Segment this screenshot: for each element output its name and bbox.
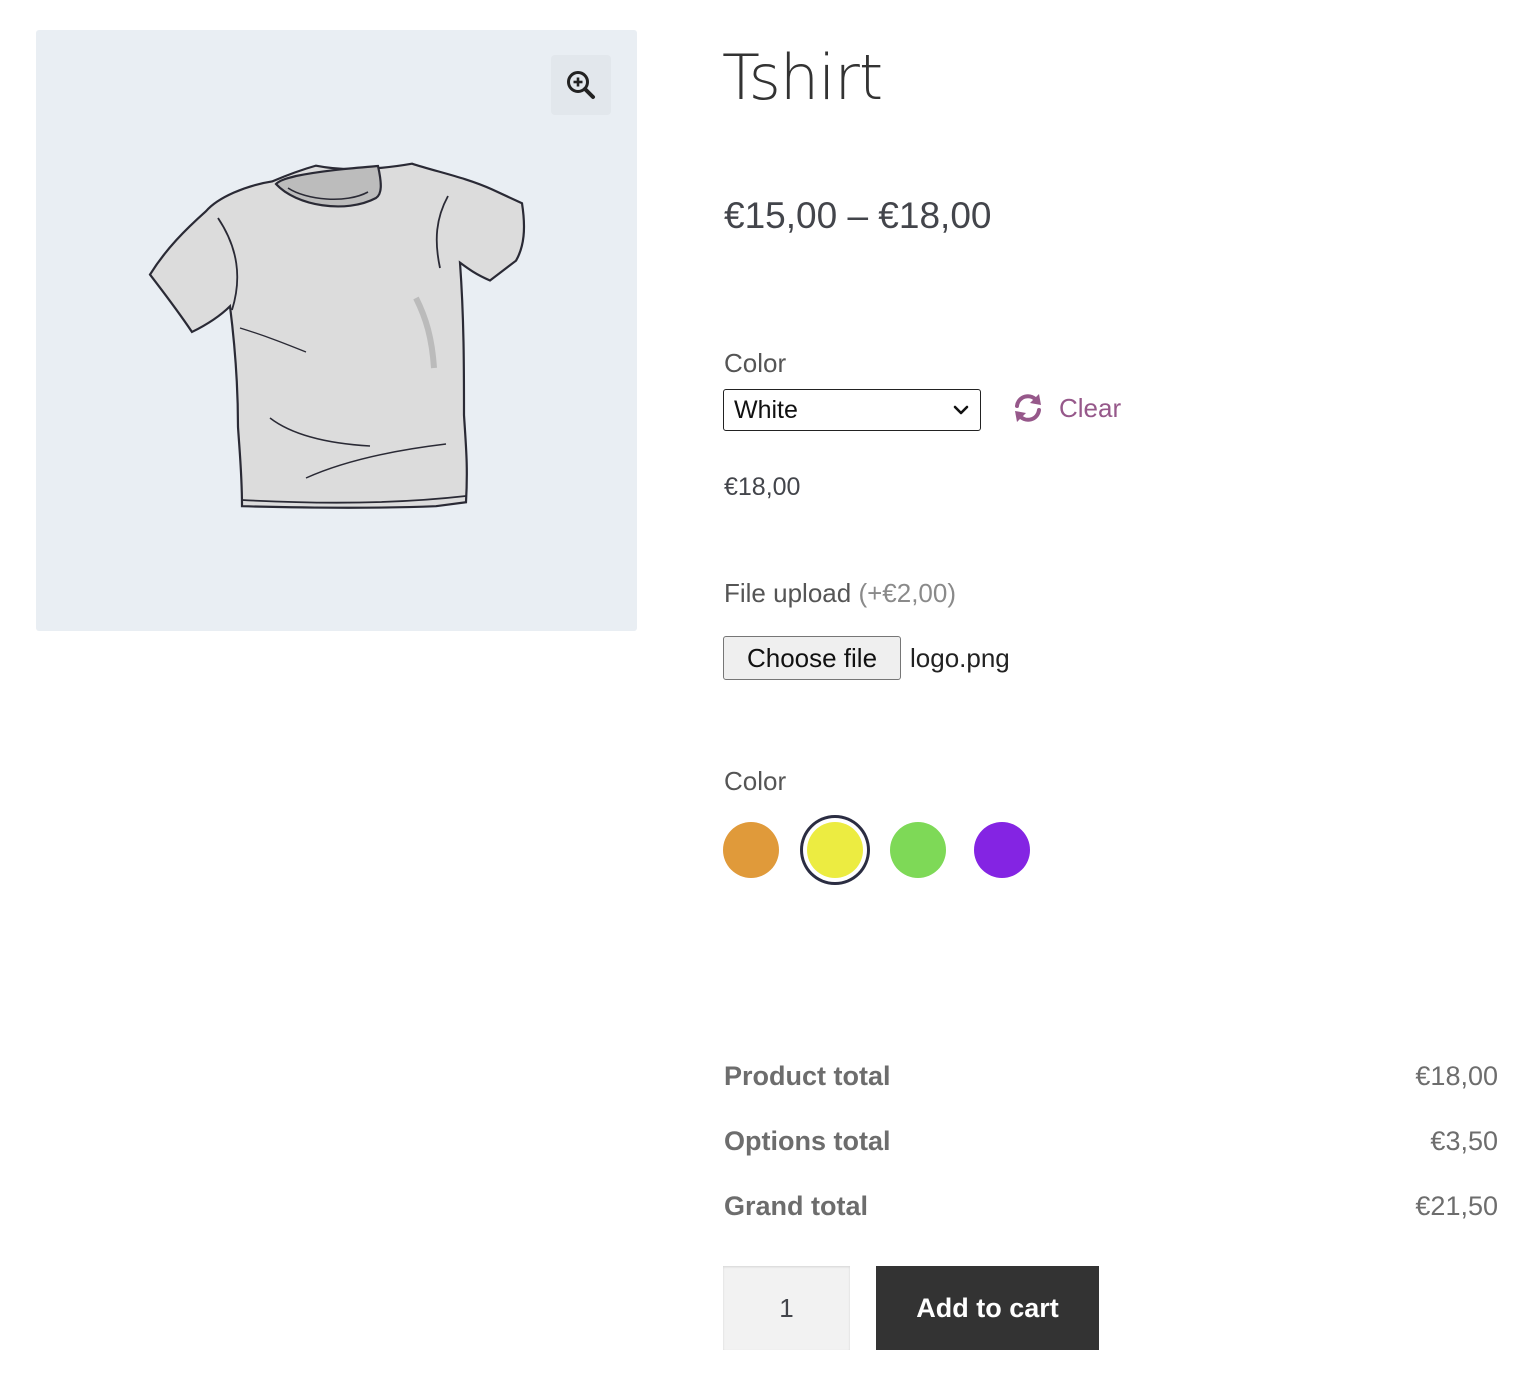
grand-total-row: Grand total €21,50 — [724, 1188, 1498, 1224]
grand-total-label: Grand total — [724, 1191, 869, 1221]
color-select-value: White — [734, 395, 798, 424]
choose-file-button[interactable]: Choose file — [723, 636, 901, 680]
options-total-label: Options total — [724, 1126, 891, 1156]
product-total-value: €18,00 — [1415, 1061, 1498, 1091]
variation-label: Color — [724, 348, 787, 378]
file-upload-title: File upload — [724, 578, 852, 608]
options-total-value: €3,50 — [1430, 1126, 1498, 1156]
quantity-input[interactable]: 1 — [723, 1266, 850, 1350]
options-total-row: Options total €3,50 — [724, 1123, 1498, 1159]
product-total-row: Product total €18,00 — [724, 1058, 1498, 1094]
product-total-label: Product total — [724, 1061, 891, 1091]
tshirt-image[interactable] — [146, 148, 536, 518]
file-name: logo.png — [910, 643, 1010, 673]
price-range: €15,00 – €18,00 — [724, 195, 992, 236]
refresh-icon — [1015, 394, 1041, 422]
file-upload-label: File upload (+€2,00) — [724, 576, 956, 610]
file-upload-price: (+€2,00) — [858, 578, 957, 608]
variation-price: €18,00 — [724, 473, 801, 501]
color-swatch-purple[interactable] — [974, 822, 1030, 878]
zoom-button[interactable] — [551, 55, 611, 115]
product-gallery — [36, 30, 637, 631]
clear-variation-link[interactable]: Clear — [1011, 388, 1121, 428]
chevron-down-icon — [953, 405, 969, 415]
color-swatch-orange[interactable] — [723, 822, 779, 878]
grand-total-value: €21,50 — [1415, 1191, 1498, 1221]
color-select[interactable]: White — [723, 389, 981, 431]
add-to-cart-button[interactable]: Add to cart — [876, 1266, 1099, 1350]
color-swatch-yellow[interactable] — [807, 822, 863, 878]
clear-label: Clear — [1059, 392, 1122, 423]
color-option-label: Color — [724, 766, 787, 796]
color-swatch-green[interactable] — [890, 822, 946, 878]
product-title: Tshirt — [722, 41, 883, 114]
zoom-in-icon — [567, 71, 595, 99]
